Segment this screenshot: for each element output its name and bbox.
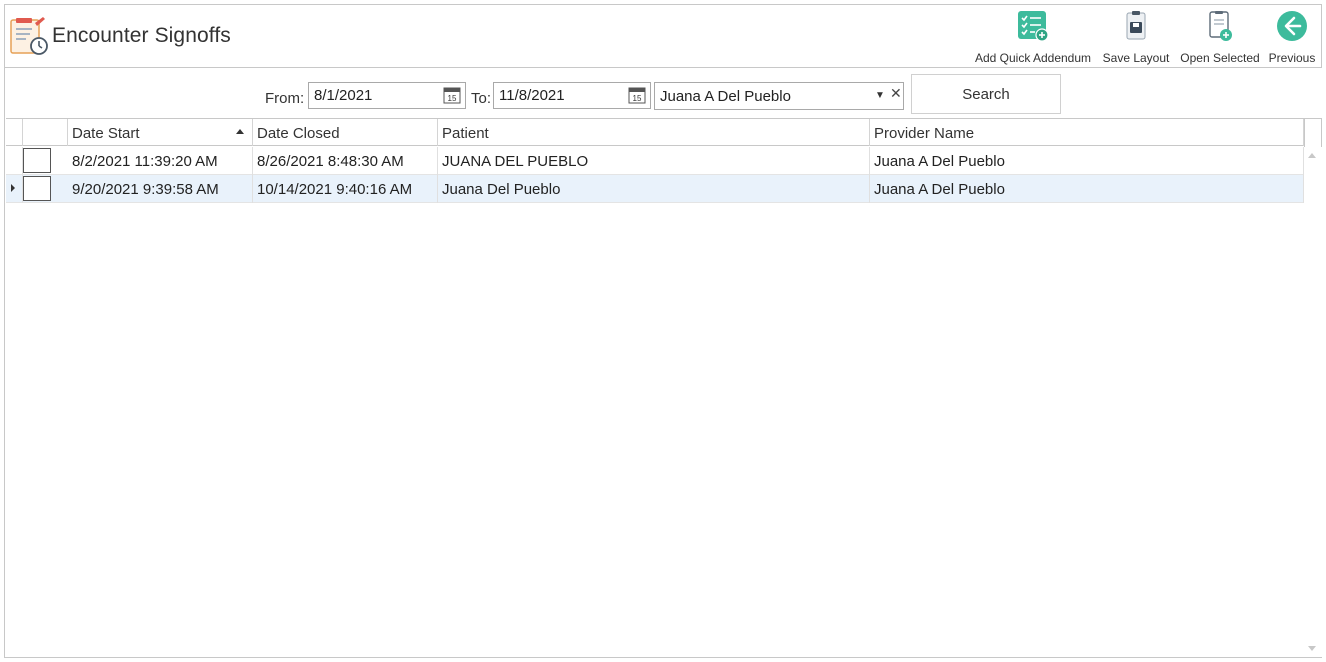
- document-plus-icon: [1209, 11, 1232, 41]
- grid-header: Date Start Date Closed Patient Provider …: [6, 119, 1304, 146]
- row-indicator: [6, 147, 23, 175]
- open-selected-button[interactable]: Open Selected: [1177, 5, 1263, 65]
- cell-date-closed: 10/14/2021 9:40:16 AM: [253, 175, 438, 203]
- column-header-date-start[interactable]: Date Start: [68, 119, 253, 146]
- vertical-scrollbar[interactable]: [1304, 147, 1322, 657]
- scroll-down-icon[interactable]: [1308, 646, 1316, 651]
- previous-label: Previous: [1268, 51, 1316, 65]
- calendar-icon[interactable]: 15: [628, 86, 646, 104]
- save-layout-button[interactable]: Save Layout: [1096, 5, 1176, 65]
- current-row-arrow-icon: [11, 184, 15, 192]
- cell-provider-name: Juana A Del Pueblo: [870, 147, 1304, 175]
- from-label: From:: [265, 90, 305, 107]
- row-checkbox[interactable]: [23, 176, 51, 201]
- filter-bar: From: 8/1/2021 15 To: 11/8/2021 15 Juana…: [6, 68, 1322, 118]
- arrow-left-circle-icon: [1277, 11, 1307, 41]
- column-header-label: Date Start: [72, 125, 140, 142]
- to-date-value: 11/8/2021: [499, 87, 565, 104]
- add-quick-addendum-button[interactable]: Add Quick Addendum: [973, 5, 1093, 65]
- provider-combo[interactable]: Juana A Del Pueblo: [654, 82, 904, 110]
- cell-date-start: 9/20/2021 9:39:58 AM: [68, 175, 253, 203]
- table-row[interactable]: 8/2/2021 11:39:20 AM 8/26/2021 8:48:30 A…: [6, 147, 1304, 175]
- dropdown-arrow-icon[interactable]: ▼: [875, 90, 885, 101]
- column-header-date-closed[interactable]: Date Closed: [253, 119, 438, 146]
- calendar-day-text: 15: [633, 94, 642, 103]
- cell-provider-name: Juana A Del Pueblo: [870, 175, 1304, 203]
- cell-patient: JUANA DEL PUEBLO: [438, 147, 870, 175]
- previous-button[interactable]: Previous: [1265, 5, 1319, 65]
- calendar-icon[interactable]: 15: [443, 86, 461, 104]
- column-header-label: Date Closed: [257, 125, 340, 142]
- header: Encounter Signoffs Add Quick Addendum Sa…: [5, 5, 1321, 67]
- clipboard-save-icon: [1126, 11, 1146, 40]
- row-indicator-header: [6, 119, 23, 146]
- grid-header-end: [1304, 119, 1305, 147]
- to-date-field[interactable]: 11/8/2021 15: [493, 82, 651, 109]
- sort-ascending-icon: [236, 129, 244, 134]
- column-header-patient[interactable]: Patient: [438, 119, 870, 146]
- cell-date-start: 8/2/2021 11:39:20 AM: [68, 147, 253, 175]
- select-column-header[interactable]: [23, 119, 68, 146]
- clear-icon[interactable]: ✕: [890, 85, 902, 102]
- scroll-up-icon[interactable]: [1308, 153, 1316, 158]
- table-row[interactable]: 9/20/2021 9:39:58 AM 10/14/2021 9:40:16 …: [6, 175, 1304, 203]
- open-selected-label: Open Selected: [1180, 51, 1260, 65]
- add-quick-addendum-label: Add Quick Addendum: [974, 51, 1092, 65]
- page-title: Encounter Signoffs: [52, 24, 231, 47]
- encounters-grid: Date Start Date Closed Patient Provider …: [6, 118, 1322, 657]
- save-layout-label: Save Layout: [1102, 51, 1170, 65]
- calendar-day-text: 15: [448, 94, 457, 103]
- from-date-value: 8/1/2021: [314, 87, 373, 104]
- cell-date-closed: 8/26/2021 8:48:30 AM: [253, 147, 438, 175]
- to-label: To:: [471, 90, 492, 107]
- column-header-label: Provider Name: [874, 125, 975, 142]
- search-button[interactable]: Search: [911, 74, 1061, 114]
- column-header-provider-name[interactable]: Provider Name: [870, 119, 1304, 146]
- checklist-plus-icon: [1018, 11, 1049, 42]
- main-window: Encounter Signoffs Add Quick Addendum Sa…: [4, 4, 1322, 658]
- row-indicator: [6, 175, 23, 203]
- from-date-field[interactable]: 8/1/2021 15: [308, 82, 466, 109]
- provider-combo-value: Juana A Del Pueblo: [660, 88, 791, 105]
- cell-patient: Juana Del Pueblo: [438, 175, 870, 203]
- row-checkbox[interactable]: [23, 148, 51, 173]
- checklist-clock-icon: [10, 17, 48, 55]
- column-header-label: Patient: [442, 125, 489, 142]
